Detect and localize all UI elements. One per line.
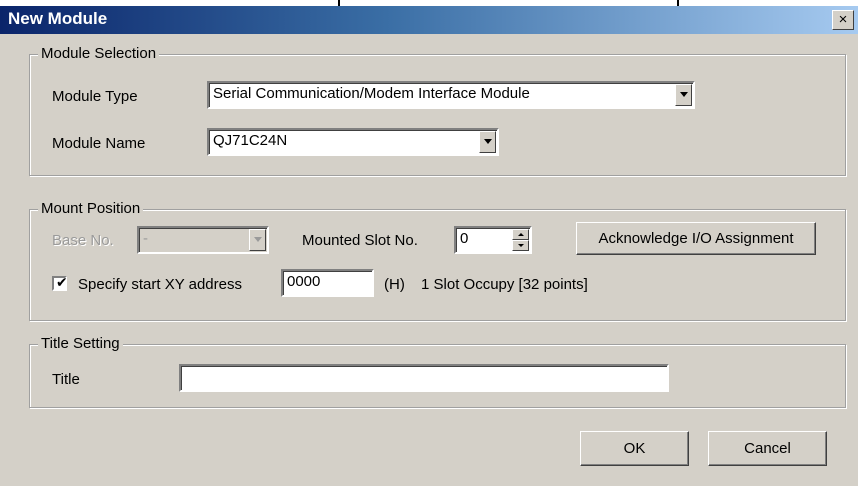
close-button[interactable]: × <box>832 10 854 30</box>
ok-button[interactable]: OK <box>580 431 689 466</box>
acknowledge-io-button[interactable]: Acknowledge I/O Assignment <box>576 222 816 255</box>
base-no-select[interactable]: - <box>137 226 269 254</box>
chevron-down-icon <box>484 139 492 144</box>
module-selection-label: Module Selection <box>38 45 160 62</box>
arrow-up-icon <box>518 233 524 236</box>
specify-xy-label: Specify start XY address <box>78 276 242 293</box>
spinner-arrows-icon[interactable] <box>512 229 529 251</box>
module-type-select[interactable]: Serial Communication/Modem Interface Mod… <box>207 81 695 109</box>
title-input[interactable] <box>179 364 669 392</box>
module-type-value: Serial Communication/Modem Interface Mod… <box>213 85 530 102</box>
close-icon: × <box>838 11 848 28</box>
title-label: Title <box>52 371 80 388</box>
mount-position-label: Mount Position <box>38 200 144 217</box>
module-name-value: QJ71C24N <box>213 132 288 149</box>
module-selection-group: Module Selection <box>29 45 846 176</box>
base-no-value: - <box>143 230 148 247</box>
xy-address-input[interactable]: 0000 <box>281 269 374 297</box>
module-type-dropdown-button[interactable] <box>675 84 692 106</box>
specify-xy-checkbox[interactable]: ✔ <box>52 274 68 291</box>
chevron-down-icon <box>254 237 262 242</box>
mounted-slot-value: 0 <box>460 230 469 247</box>
hex-suffix-label: (H) <box>384 276 405 293</box>
module-name-label: Module Name <box>52 135 146 152</box>
xy-address-value: 0000 <box>287 273 321 290</box>
title-setting-label: Title Setting <box>38 335 123 352</box>
spin-down-button[interactable] <box>512 240 529 251</box>
title-bar[interactable]: New Module × <box>0 6 858 34</box>
spin-up-button[interactable] <box>512 229 529 240</box>
mounted-slot-label: Mounted Slot No. <box>302 232 418 249</box>
window-title: New Module <box>8 9 108 28</box>
slot-occupy-label: 1 Slot Occupy [32 points] <box>421 276 588 293</box>
module-name-select[interactable]: QJ71C24N <box>207 128 499 156</box>
cancel-button[interactable]: Cancel <box>708 431 827 466</box>
chevron-down-icon <box>680 92 688 97</box>
base-no-label: Base No. <box>52 232 114 249</box>
mounted-slot-spinbox[interactable]: 0 <box>454 226 532 254</box>
module-type-label: Module Type <box>52 88 138 105</box>
module-name-dropdown-button[interactable] <box>479 131 496 153</box>
checkmark-icon: ✔ <box>56 274 68 290</box>
arrow-down-icon <box>518 244 524 247</box>
base-no-dropdown-button[interactable] <box>249 229 266 251</box>
new-module-dialog: New Module × Module Selection Module Typ… <box>0 6 858 486</box>
